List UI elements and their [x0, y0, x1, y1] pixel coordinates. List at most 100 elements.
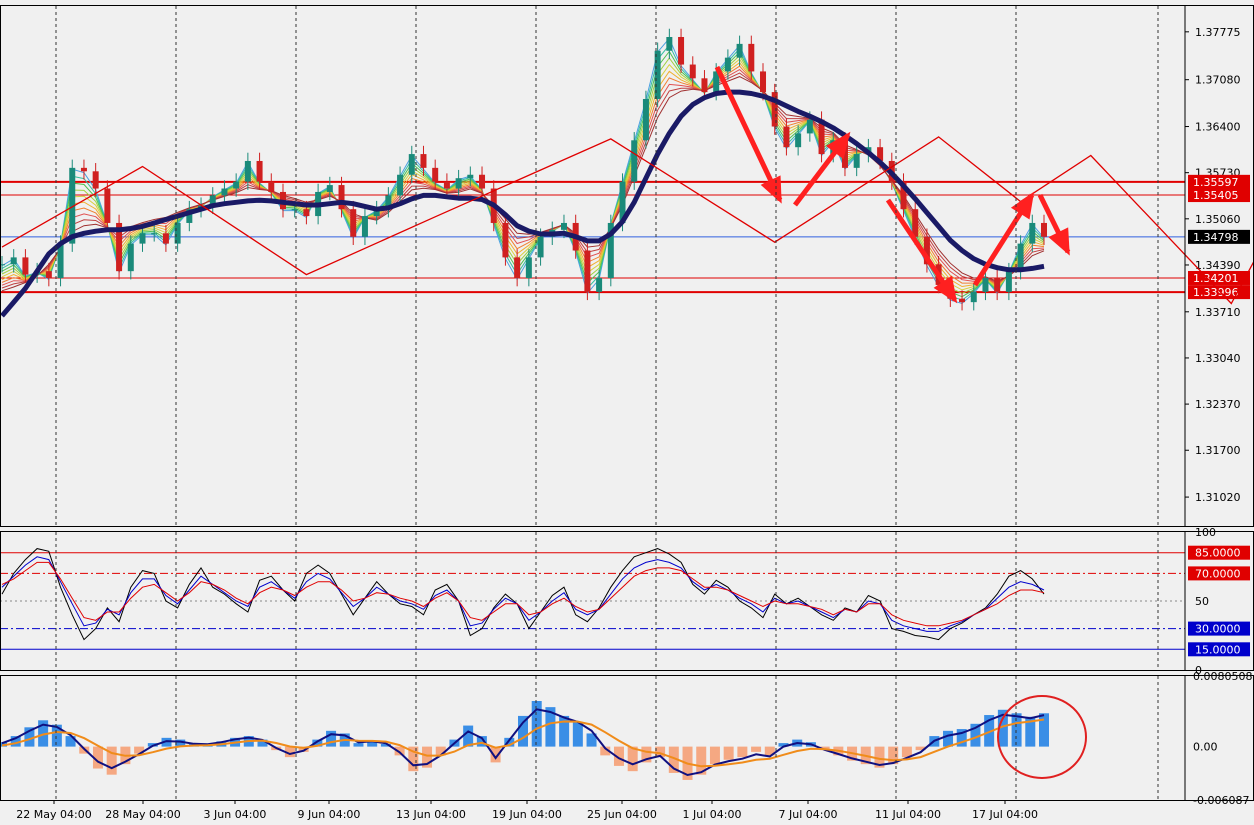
time-tick-label: 1 Jul 04:00	[683, 808, 742, 821]
macd-histogram-bar	[737, 746, 748, 758]
time-tick-label: 25 Jun 04:00	[587, 808, 657, 821]
candle-body	[970, 291, 977, 303]
candle-body	[994, 278, 1001, 292]
time-tick-label: 22 May 04:00	[16, 808, 91, 821]
chart-background	[0, 0, 1254, 825]
candle-body	[350, 209, 357, 237]
candle-body	[455, 178, 462, 189]
macd-histogram-bar	[572, 722, 583, 747]
candle-body	[736, 43, 743, 58]
macd-histogram-bar	[531, 701, 542, 747]
macd-histogram-bar	[326, 730, 337, 747]
candle-body	[959, 298, 966, 303]
candle-body	[537, 236, 544, 258]
candle-body	[92, 171, 99, 189]
candle-body	[795, 133, 802, 148]
candle-body	[701, 78, 708, 93]
candle-body	[57, 243, 64, 279]
candle-body	[806, 119, 813, 134]
macd-tick-label: 0.0080508	[1193, 670, 1253, 683]
macd-histogram-bar	[1039, 713, 1049, 747]
osc-tag-label: 30.0000	[1195, 623, 1241, 636]
candle-body	[244, 160, 251, 182]
candle-body	[80, 167, 87, 172]
time-tick-label: 13 Jun 04:00	[396, 808, 466, 821]
candle-body	[443, 181, 450, 189]
candle-body	[783, 126, 790, 148]
price-tick-label: 1.31020	[1195, 491, 1241, 504]
macd-histogram-bar	[627, 746, 638, 772]
candle-body	[361, 216, 368, 237]
price-tag-label: 1.34201	[1193, 272, 1239, 285]
candle-body	[139, 233, 146, 244]
price-tick-label: 1.37080	[1195, 74, 1241, 87]
macd-histogram-bar	[709, 746, 720, 765]
candle-body	[525, 257, 532, 279]
candle-body	[326, 185, 333, 192]
price-tick-label: 1.31700	[1195, 444, 1241, 457]
candle-body	[467, 174, 474, 179]
candle-body	[760, 71, 767, 93]
time-tick-label: 3 Jun 04:00	[204, 808, 267, 821]
candle-body	[1029, 222, 1036, 244]
candle-body	[151, 233, 158, 235]
candle-body	[678, 36, 685, 65]
candle-body	[127, 243, 134, 272]
time-tick-label: 28 May 04:00	[105, 808, 180, 821]
price-tag-label: 1.34798	[1193, 231, 1239, 244]
macd-tick-label: 0.00	[1193, 741, 1218, 754]
time-tick-label: 19 Jun 04:00	[492, 808, 562, 821]
candle-body	[22, 257, 29, 275]
candle-body	[432, 167, 439, 182]
candle-body	[502, 222, 509, 258]
osc-tag-label: 70.0000	[1195, 567, 1241, 580]
candle-body	[408, 154, 415, 175]
candle-body	[45, 271, 52, 279]
time-tick-label: 9 Jun 04:00	[298, 808, 361, 821]
price-tick-label: 1.34390	[1195, 259, 1241, 272]
candle-body	[233, 181, 240, 189]
candle-body	[104, 188, 111, 223]
candle-body	[397, 174, 404, 196]
candle-body	[291, 209, 298, 211]
candle-body	[912, 209, 919, 237]
candle-body	[724, 57, 731, 72]
candle-body	[1005, 271, 1012, 292]
macd-histogram-bar	[463, 725, 474, 747]
candle-body	[256, 160, 263, 182]
candle-body	[666, 36, 673, 51]
osc-tick-label: 100	[1195, 526, 1216, 539]
candle-body	[748, 43, 755, 72]
macd-histogram-bar	[518, 715, 528, 747]
candle-body	[642, 98, 649, 141]
chart-canvas: 1.377751.370801.364001.357301.350601.343…	[0, 0, 1254, 825]
candle-body	[162, 233, 169, 244]
price-tick-label: 1.36400	[1195, 121, 1241, 134]
price-tag-label: 1.35597	[1193, 176, 1239, 189]
candle-body	[982, 278, 989, 292]
macd-histogram-bar	[1011, 713, 1022, 747]
price-tick-label: 1.37775	[1195, 26, 1241, 39]
candle-body	[584, 250, 591, 292]
candle-body	[10, 257, 17, 265]
candle-body	[596, 278, 603, 292]
price-tick-label: 1.35060	[1195, 213, 1241, 226]
candle-body	[420, 154, 427, 168]
osc-tag-label: 15.0000	[1195, 643, 1241, 656]
macd-histogram-bar	[943, 730, 954, 747]
candle-body	[479, 174, 486, 189]
candle-body	[689, 64, 696, 79]
time-tick-label: 11 Jul 04:00	[875, 808, 941, 821]
candle-body	[631, 140, 638, 182]
candle-body	[221, 188, 228, 196]
price-tick-label: 1.33710	[1195, 306, 1241, 319]
price-tick-label: 1.32370	[1195, 398, 1241, 411]
candle-body	[853, 154, 860, 168]
macd-histogram-bar	[723, 746, 734, 760]
candle-body	[268, 181, 275, 192]
candle-body	[338, 185, 345, 210]
macd-histogram-bar	[353, 743, 364, 747]
price-tag-label: 1.35405	[1193, 189, 1239, 202]
candle-body	[1041, 222, 1047, 237]
candle-body	[303, 209, 310, 217]
